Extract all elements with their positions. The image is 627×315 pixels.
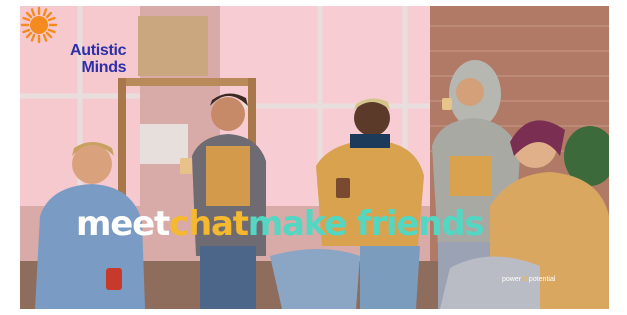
logo-line-2: Minds <box>81 59 127 76</box>
tagline: meetchatmake friends <box>76 204 485 244</box>
power-of-potential-mark: powerofpotential <box>502 276 555 283</box>
logo-line-1: Autistic <box>70 42 127 59</box>
photo-frame: Autistic Minds meetchatmake friends powe… <box>20 6 609 309</box>
tagline-word-chat: chat <box>169 204 249 244</box>
autistic-minds-logo: Autistic Minds <box>70 42 127 76</box>
brand-part-1: power <box>502 276 522 283</box>
tagline-word-meet: meet <box>76 204 170 244</box>
tagline-word-make-friends: make friends <box>247 204 485 244</box>
sun-icon <box>20 6 58 44</box>
brand-part-2: potential <box>528 276 556 283</box>
brand-separator: of <box>522 276 528 283</box>
